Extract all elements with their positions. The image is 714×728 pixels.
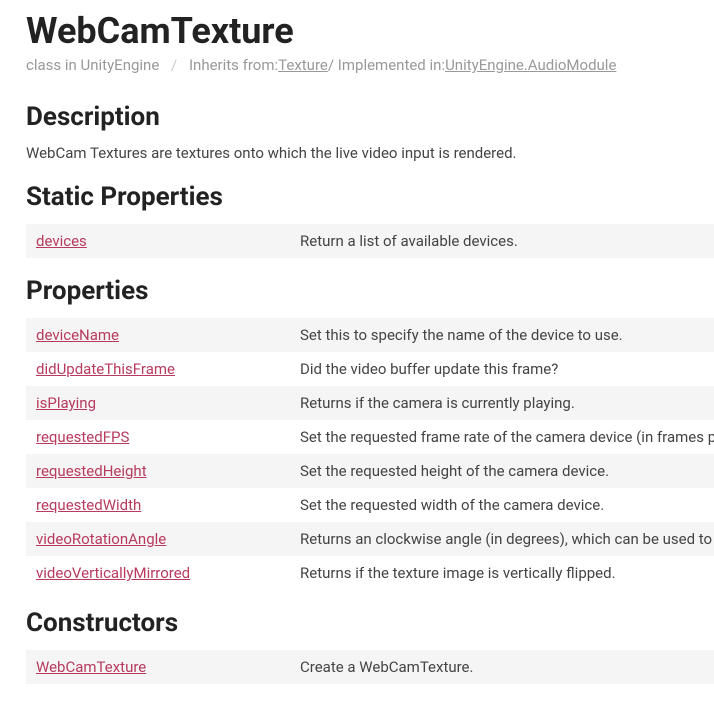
breadcrumb-inherits-label: Inherits from: [189,56,278,74]
property-link[interactable]: requestedFPS [36,428,129,446]
row-name-cell: WebCamTexture [36,658,300,676]
property-link[interactable]: deviceName [36,326,119,344]
property-link[interactable]: requestedWidth [36,496,141,514]
table-row: didUpdateThisFrame Did the video buffer u… [26,352,714,386]
row-desc-cell: Create a WebCamTexture. [300,658,473,676]
row-desc-cell: Did the video buffer update this frame? [300,360,558,378]
table-row: requestedHeight Set the requested height … [26,454,714,488]
breadcrumb-implemented-link[interactable]: UnityEngine.AudioModule [445,56,616,74]
row-name-cell: requestedWidth [36,496,300,514]
row-desc-cell: Return a list of available devices. [300,232,518,250]
breadcrumb: class in UnityEngine / Inherits from:Tex… [26,56,714,74]
row-name-cell: videoVerticallyMirrored [36,564,300,582]
row-desc-cell: Set the requested frame rate of the came… [300,428,714,446]
row-name-cell: requestedHeight [36,462,300,480]
breadcrumb-implemented-label: Implemented in: [338,56,445,74]
breadcrumb-inherits-link[interactable]: Texture [278,56,328,74]
page-title: WebCamTexture [26,10,714,52]
constructors-table: WebCamTexture Create a WebCamTexture. [26,650,714,684]
property-link[interactable]: videoRotationAngle [36,530,166,548]
row-desc-cell: Returns if the texture image is vertical… [300,564,616,582]
breadcrumb-class-in: class in UnityEngine [26,56,159,74]
row-name-cell: isPlaying [36,394,300,412]
row-desc-cell: Set the requested width of the camera de… [300,496,604,514]
table-row: deviceName Set this to specify the name o… [26,318,714,352]
breadcrumb-sep: / [171,56,177,74]
property-link[interactable]: requestedHeight [36,462,147,480]
properties-table: deviceName Set this to specify the name o… [26,318,714,590]
row-name-cell: requestedFPS [36,428,300,446]
constructors-heading: Constructors [26,608,714,638]
static-properties-table: devices Return a list of available device… [26,224,714,258]
table-row: WebCamTexture Create a WebCamTexture. [26,650,714,684]
table-row: requestedFPS Set the requested frame rate… [26,420,714,454]
static-properties-heading: Static Properties [26,182,714,212]
property-link[interactable]: videoVerticallyMirrored [36,564,190,582]
properties-heading: Properties [26,276,714,306]
table-row: videoRotationAngle Returns an clockwise a… [26,522,714,556]
row-name-cell: deviceName [36,326,300,344]
table-row: devices Return a list of available device… [26,224,714,258]
row-desc-cell: Returns an clockwise angle (in degrees),… [300,530,714,548]
property-link[interactable]: devices [36,232,87,250]
table-row: videoVerticallyMirrored Returns if the te… [26,556,714,590]
breadcrumb-sep: / [328,56,334,74]
table-row: isPlaying Returns if the camera is curren… [26,386,714,420]
description-heading: Description [26,102,714,132]
row-name-cell: devices [36,232,300,250]
table-row: requestedWidth Set the requested width of… [26,488,714,522]
row-desc-cell: Set the requested height of the camera d… [300,462,609,480]
property-link[interactable]: WebCamTexture [36,658,146,676]
row-name-cell: didUpdateThisFrame [36,360,300,378]
row-desc-cell: Returns if the camera is currently playi… [300,394,575,412]
row-desc-cell: Set this to specify the name of the devi… [300,326,623,344]
property-link[interactable]: didUpdateThisFrame [36,360,175,378]
property-link[interactable]: isPlaying [36,394,96,412]
description-text: WebCam Textures are textures onto which … [26,144,714,162]
row-name-cell: videoRotationAngle [36,530,300,548]
